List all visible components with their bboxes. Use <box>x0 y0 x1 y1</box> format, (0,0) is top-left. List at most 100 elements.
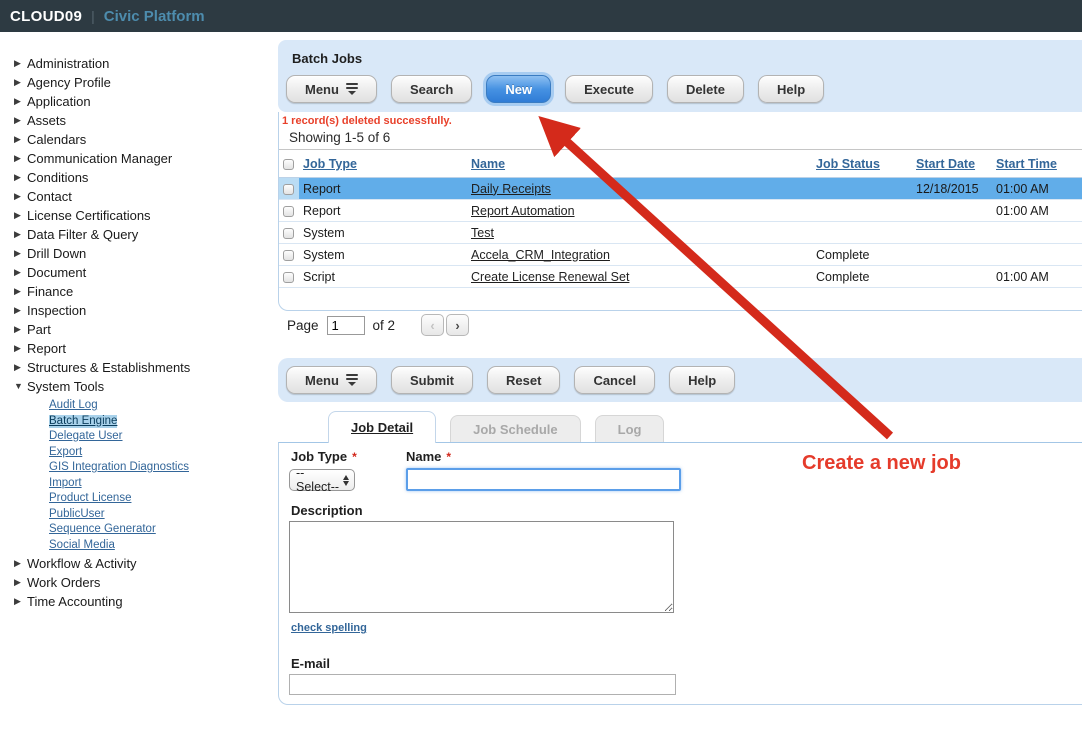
prev-page-button[interactable]: ‹ <box>421 314 444 336</box>
top-bar: CLOUD09 | Civic Platform <box>0 0 1082 32</box>
sidebar-subitem-product-license[interactable]: Product License <box>49 490 278 506</box>
sidebar-subitem-delegate-user[interactable]: Delegate User <box>49 428 278 444</box>
sidebar-item-communication-manager[interactable]: ▶Communication Manager <box>14 149 278 168</box>
submit-button[interactable]: Submit <box>391 366 473 394</box>
select-spinner-icon <box>343 475 349 486</box>
chevron-right-icon: ▶ <box>14 244 25 263</box>
chevron-right-icon: ▶ <box>14 92 25 111</box>
chevron-right-icon: ▶ <box>14 111 25 130</box>
reset-button[interactable]: Reset <box>487 366 560 394</box>
tab-job-schedule[interactable]: Job Schedule <box>450 415 581 443</box>
chevron-right-icon: ▶ <box>14 263 25 282</box>
description-label: Description <box>291 503 363 518</box>
sidebar-item-data-filter-query[interactable]: ▶Data Filter & Query <box>14 225 278 244</box>
delete-button[interactable]: Delete <box>667 75 744 103</box>
brand-logo: CLOUD09 <box>10 8 82 25</box>
table-row[interactable]: Report Report Automation 01:00 AM <box>279 200 1082 222</box>
sidebar-item-assets[interactable]: ▶Assets <box>14 111 278 130</box>
tab-job-detail[interactable]: Job Detail <box>328 411 436 443</box>
row-checkbox[interactable] <box>283 184 294 195</box>
new-button[interactable]: New <box>486 75 551 103</box>
row-checkbox[interactable] <box>283 272 294 283</box>
job-name-link[interactable]: Create License Renewal Set <box>471 270 643 284</box>
sidebar-item-inspection[interactable]: ▶Inspection <box>14 301 278 320</box>
next-page-button[interactable]: › <box>446 314 469 336</box>
job-name-link[interactable]: Test <box>471 226 508 240</box>
row-checkbox[interactable] <box>283 228 294 239</box>
help-button[interactable]: Help <box>758 75 824 103</box>
sidebar-item-time-accounting[interactable]: ▶Time Accounting <box>14 592 278 611</box>
column-header-job-type[interactable]: Job Type <box>299 150 467 178</box>
job-name-link[interactable]: Daily Receipts <box>471 182 565 196</box>
chevron-right-icon: ▶ <box>14 320 25 339</box>
batch-jobs-header-panel: Batch Jobs Menu Search New Execute Delet… <box>278 40 1082 112</box>
sidebar-item-finance[interactable]: ▶Finance <box>14 282 278 301</box>
menu-dropdown-icon <box>346 374 358 386</box>
annotation-label: Create a new job <box>802 452 961 475</box>
sidebar-subitem-social-media[interactable]: Social Media <box>49 537 278 553</box>
sidebar-item-calendars[interactable]: ▶Calendars <box>14 130 278 149</box>
sidebar-item-drill-down[interactable]: ▶Drill Down <box>14 244 278 263</box>
chevron-right-icon: ▶ <box>14 358 25 377</box>
sidebar-subitem-batch-engine[interactable]: Batch Engine <box>49 413 278 429</box>
menu-dropdown-icon <box>346 83 358 95</box>
form-toolbar: Menu Submit Reset Cancel Help <box>278 358 1082 402</box>
column-header-job-status[interactable]: Job Status <box>812 150 912 178</box>
description-textarea[interactable] <box>289 521 674 613</box>
column-header-start-date[interactable]: Start Date <box>912 150 992 178</box>
chevron-down-icon: ▼ <box>14 377 25 396</box>
job-type-label: Job Type* <box>291 449 357 464</box>
sidebar-item-contact[interactable]: ▶Contact <box>14 187 278 206</box>
form-help-button[interactable]: Help <box>669 366 735 394</box>
sidebar-item-workflow-activity[interactable]: ▶Workflow & Activity <box>14 554 278 573</box>
sidebar-subitem-sequence-generator[interactable]: Sequence Generator <box>49 521 278 537</box>
column-header-start-time[interactable]: Start Time <box>992 150 1082 178</box>
form-menu-button[interactable]: Menu <box>286 366 377 394</box>
menu-button[interactable]: Menu <box>286 75 377 103</box>
job-name-link[interactable]: Accela_CRM_Integration <box>471 248 624 262</box>
table-row[interactable]: System Test <box>279 222 1082 244</box>
row-checkbox[interactable] <box>283 250 294 261</box>
select-all-checkbox[interactable] <box>283 159 294 170</box>
sidebar-subitem-publicuser[interactable]: PublicUser <box>49 506 278 522</box>
job-name-link[interactable]: Report Automation <box>471 204 589 218</box>
page-number-input[interactable] <box>327 316 365 335</box>
sidebar-item-document[interactable]: ▶Document <box>14 263 278 282</box>
table-row[interactable]: Script Create License Renewal Set Comple… <box>279 266 1082 288</box>
sidebar-item-report[interactable]: ▶Report <box>14 339 278 358</box>
table-row[interactable]: Report Daily Receipts 12/18/2015 01:00 A… <box>279 178 1082 200</box>
check-spelling-link[interactable]: check spelling <box>291 622 367 634</box>
name-input[interactable] <box>406 468 681 491</box>
sidebar-subitem-export[interactable]: Export <box>49 444 278 460</box>
page-title: Batch Jobs <box>278 40 1082 66</box>
cancel-button[interactable]: Cancel <box>574 366 655 394</box>
tab-log[interactable]: Log <box>595 415 665 443</box>
sidebar-subitem-import[interactable]: Import <box>49 475 278 491</box>
sidebar-subitem-audit-log[interactable]: Audit Log <box>49 397 278 413</box>
page-total-label: of 2 <box>373 318 396 333</box>
system-tools-subnav: Audit Log Batch Engine Delegate User Exp… <box>49 397 278 552</box>
chevron-right-icon: ▶ <box>14 554 25 573</box>
sidebar-subitem-gis-integration-diagnostics[interactable]: GIS Integration Diagnostics <box>49 459 278 475</box>
status-message: 1 record(s) deleted successfully. <box>279 112 1082 127</box>
batch-jobs-list-panel: 1 record(s) deleted successfully. Showin… <box>278 112 1082 311</box>
sidebar-item-agency-profile[interactable]: ▶Agency Profile <box>14 73 278 92</box>
job-type-select[interactable]: --Select-- <box>289 469 355 491</box>
sidebar-item-structures-establishments[interactable]: ▶Structures & Establishments <box>14 358 278 377</box>
column-header-name[interactable]: Name <box>467 150 812 178</box>
chevron-right-icon: ▶ <box>14 187 25 206</box>
email-input[interactable] <box>289 674 676 695</box>
sidebar-item-system-tools[interactable]: ▼System Tools <box>14 377 278 396</box>
sidebar-item-license-certifications[interactable]: ▶License Certifications <box>14 206 278 225</box>
search-button[interactable]: Search <box>391 75 472 103</box>
sidebar-item-work-orders[interactable]: ▶Work Orders <box>14 573 278 592</box>
sidebar-item-part[interactable]: ▶Part <box>14 320 278 339</box>
execute-button[interactable]: Execute <box>565 75 653 103</box>
sidebar-item-administration[interactable]: ▶Administration <box>14 54 278 73</box>
sidebar-item-application[interactable]: ▶Application <box>14 92 278 111</box>
required-marker: * <box>446 450 451 464</box>
job-detail-form: Job Type* Name* --Select-- Description c… <box>278 442 1082 705</box>
sidebar-item-conditions[interactable]: ▶Conditions <box>14 168 278 187</box>
row-checkbox[interactable] <box>283 206 294 217</box>
table-row[interactable]: System Accela_CRM_Integration Complete <box>279 244 1082 266</box>
